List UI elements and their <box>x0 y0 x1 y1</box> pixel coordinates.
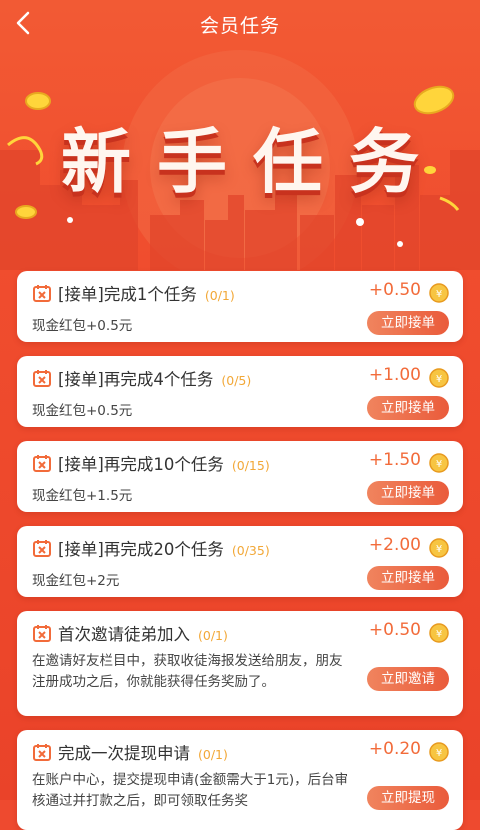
task-calendar-icon <box>33 744 51 761</box>
task-title: 完成一次提现申请 (0/1) <box>58 744 228 763</box>
take-order-button[interactable]: 立即接单 <box>367 481 449 505</box>
task-description: 现金红包+0.5元 <box>32 318 133 334</box>
task-reward: +1.00 <box>368 365 421 385</box>
top-bar: 会员任务 <box>0 0 480 46</box>
task-title: [接单]再完成10个任务 (0/15) <box>58 455 270 474</box>
task-title: [接单]再完成20个任务 (0/35) <box>58 540 270 559</box>
svg-text:¥: ¥ <box>436 374 442 385</box>
task-progress: (0/15) <box>231 458 270 473</box>
coin-icon: ¥ <box>429 538 449 558</box>
task-description: 在邀请好友栏目中，获取收徒海报发送给朋友，朋友注册成功之后，你就能获得任务奖励了… <box>32 653 343 690</box>
task-description: 现金红包+1.5元 <box>32 488 133 504</box>
task-card: [接单]再完成20个任务 (0/35) +2.00 ¥ 现金红包+2元 立即接单 <box>17 526 463 597</box>
task-description: 现金红包+0.5元 <box>32 403 133 419</box>
task-progress: (0/5) <box>221 373 252 388</box>
task-card: [接单]完成1个任务 (0/1) +0.50 ¥ 现金红包+0.5元 立即接单 <box>17 271 463 342</box>
coin-icon: ¥ <box>429 453 449 473</box>
task-progress: (0/35) <box>231 543 270 558</box>
coin-icon: ¥ <box>429 283 449 303</box>
take-order-button[interactable]: 立即接单 <box>367 311 449 335</box>
task-description: 现金红包+2元 <box>32 573 120 589</box>
page-title: 会员任务 <box>199 15 280 37</box>
task-calendar-icon <box>33 285 51 302</box>
task-reward: +1.50 <box>368 450 421 470</box>
task-card: 首次邀请徒弟加入 (0/1) +0.50 ¥ 在邀请好友栏目中，获取收徒海报发送给… <box>17 611 463 716</box>
withdraw-button[interactable]: 立即提现 <box>367 786 449 810</box>
svg-text:¥: ¥ <box>436 289 442 300</box>
task-progress: (0/1) <box>198 628 228 643</box>
svg-text:¥: ¥ <box>436 629 442 640</box>
task-calendar-icon <box>33 455 51 472</box>
task-description: 在账户中心，提交提现申请(金额需大于1元)，后台审核通过并打款之后，即可领取任务… <box>32 772 349 809</box>
task-reward: +0.20 <box>368 739 421 759</box>
svg-text:¥: ¥ <box>436 459 442 470</box>
task-progress: (0/1) <box>198 747 228 762</box>
banner-title: 新手任务 <box>61 121 445 203</box>
task-calendar-icon <box>33 625 51 642</box>
coin-icon: ¥ <box>429 742 449 762</box>
task-title: 首次邀请徒弟加入 (0/1) <box>58 625 228 644</box>
invite-button[interactable]: 立即邀请 <box>367 667 449 691</box>
take-order-button[interactable]: 立即接单 <box>367 396 449 420</box>
take-order-button[interactable]: 立即接单 <box>367 566 449 590</box>
task-card: [接单]再完成10个任务 (0/15) +1.50 ¥ 现金红包+1.5元 立即接… <box>17 441 463 512</box>
task-reward: +2.00 <box>368 535 421 555</box>
svg-text:¥: ¥ <box>436 544 442 555</box>
task-card: 完成一次提现申请 (0/1) +0.20 ¥ 在账户中心，提交提现申请(金额需大于… <box>17 730 463 830</box>
coin-icon: ¥ <box>429 623 449 643</box>
task-reward: +0.50 <box>368 620 421 640</box>
coin-icon: ¥ <box>429 368 449 388</box>
task-title: [接单]再完成4个任务 (0/5) <box>58 370 252 389</box>
task-card: [接单]再完成4个任务 (0/5) +1.00 ¥ 现金红包+0.5元 立即接单 <box>17 356 463 427</box>
svg-text:¥: ¥ <box>436 748 442 759</box>
task-reward: +0.50 <box>368 280 421 300</box>
task-title: [接单]完成1个任务 (0/1) <box>58 285 235 304</box>
task-calendar-icon <box>33 540 51 557</box>
task-progress: (0/1) <box>204 288 235 303</box>
task-calendar-icon <box>33 370 51 387</box>
